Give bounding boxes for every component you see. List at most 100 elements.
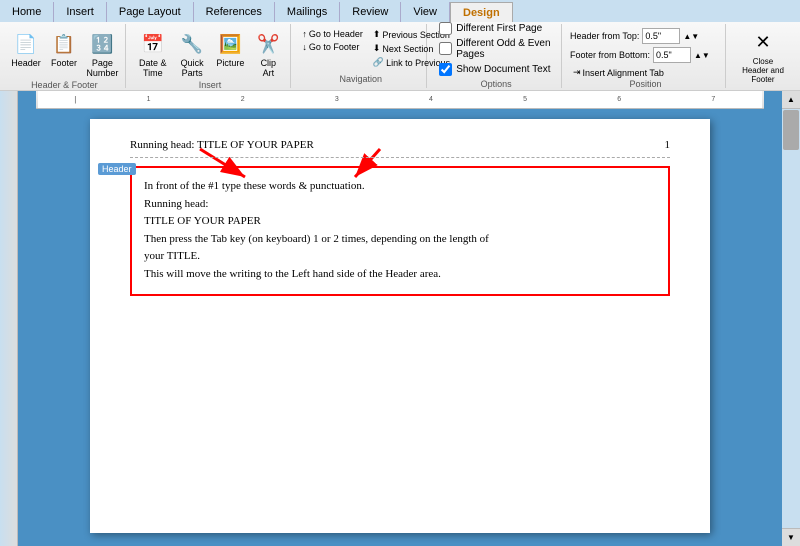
header-from-top-spinner[interactable]: ▲▼ bbox=[683, 32, 699, 41]
show-document-text-checkbox[interactable] bbox=[439, 63, 452, 76]
nav-group-label: Navigation bbox=[299, 74, 422, 86]
next-section-icon: ⬇ bbox=[373, 43, 381, 54]
different-odd-even-row[interactable]: Different Odd & Even Pages bbox=[439, 38, 553, 60]
prev-section-icon: ⬆ bbox=[373, 29, 381, 40]
date-time-label: Date & Time bbox=[138, 58, 168, 78]
ribbon-group-position: Header from Top: ▲▼ Footer from Bottom: … bbox=[566, 24, 726, 88]
ribbon-group-close: ✕ Close Header and Footer bbox=[730, 24, 796, 88]
close-label: Close Header and Footer bbox=[742, 57, 784, 84]
ribbon-group-insert: 📅 Date & Time 🔧 Quick Parts 🖼️ Picture ✂… bbox=[130, 24, 292, 88]
clip-art-button[interactable]: ✂️ Clip Art bbox=[250, 28, 286, 80]
footer-label: Footer bbox=[51, 58, 77, 68]
page-number-display: 1 bbox=[665, 139, 671, 151]
picture-label: Picture bbox=[216, 58, 244, 68]
alignment-tab-icon: ⇥ bbox=[573, 67, 581, 78]
tab-references[interactable]: References bbox=[194, 2, 275, 22]
insert-alignment-tab-label: Insert Alignment Tab bbox=[583, 68, 664, 78]
ruler-mark-0: | bbox=[74, 95, 76, 104]
tab-insert[interactable]: Insert bbox=[54, 2, 107, 22]
instruction-box: In front of the #1 type these words & pu… bbox=[130, 166, 670, 296]
ribbon: 📄 Header 📋 Footer 🔢 Page Number Header &… bbox=[0, 22, 800, 91]
footer-button[interactable]: 📋 Footer bbox=[46, 28, 82, 70]
document-page: Header Running head: TITLE OF YOUR PAPER… bbox=[90, 119, 710, 533]
options-group-label: Options bbox=[439, 79, 553, 91]
running-head-text: Running head: TITLE OF YOUR PAPER bbox=[130, 139, 314, 151]
ribbon-content: 📄 Header 📋 Footer 🔢 Page Number Header &… bbox=[0, 22, 800, 90]
instruction-line-5: your TITLE. bbox=[144, 250, 200, 262]
ruler-mark-6: 6 bbox=[617, 96, 621, 103]
header-label: Header bbox=[11, 58, 41, 68]
tab-home[interactable]: Home bbox=[0, 2, 54, 22]
footer-from-bottom-spinner[interactable]: ▲▼ bbox=[694, 51, 710, 60]
close-header-footer-button[interactable]: ✕ Close Header and Footer bbox=[738, 27, 788, 86]
left-ruler bbox=[0, 91, 18, 546]
different-odd-even-label: Different Odd & Even Pages bbox=[456, 38, 553, 60]
go-to-footer-label: Go to Footer bbox=[309, 42, 360, 52]
instruction-line-3: TITLE OF YOUR PAPER bbox=[144, 215, 261, 227]
tab-review[interactable]: Review bbox=[340, 2, 401, 22]
show-document-text-label: Show Document Text bbox=[456, 64, 550, 75]
horizontal-ruler: | 1 2 3 4 5 6 7 bbox=[36, 91, 764, 109]
quick-parts-button[interactable]: 🔧 Quick Parts bbox=[174, 28, 210, 80]
header-from-top-input[interactable] bbox=[642, 28, 680, 44]
ruler-mark-4: 4 bbox=[429, 96, 433, 103]
go-to-header-icon: ↑ bbox=[302, 29, 307, 39]
footer-from-bottom-row: Footer from Bottom: ▲▼ bbox=[570, 47, 710, 63]
quick-parts-label: Quick Parts bbox=[178, 58, 206, 78]
header-from-top-row: Header from Top: ▲▼ bbox=[570, 28, 699, 44]
vertical-scrollbar[interactable]: ▲ ▼ bbox=[782, 91, 800, 546]
tab-design[interactable]: Design bbox=[450, 2, 513, 22]
position-items: Header from Top: ▲▼ Footer from Bottom: … bbox=[570, 26, 721, 79]
page-header[interactable]: Header Running head: TITLE OF YOUR PAPER… bbox=[130, 139, 670, 158]
instruction-line-6: This will move the writing to the Left h… bbox=[144, 268, 441, 280]
footer-from-bottom-input[interactable] bbox=[653, 47, 691, 63]
instruction-line-2: Running head: bbox=[144, 198, 208, 210]
ruler-mark-3: 3 bbox=[335, 96, 339, 103]
app-window: Home Insert Page Layout References Maili… bbox=[0, 0, 800, 546]
different-first-page-checkbox[interactable] bbox=[439, 22, 452, 35]
tab-page-layout[interactable]: Page Layout bbox=[107, 2, 194, 22]
ruler-mark-1: 1 bbox=[147, 96, 151, 103]
show-document-text-row[interactable]: Show Document Text bbox=[439, 63, 553, 76]
ruler-mark-5: 5 bbox=[523, 96, 527, 103]
different-odd-even-checkbox[interactable] bbox=[439, 42, 452, 55]
date-icon: 📅 bbox=[139, 30, 167, 58]
link-icon: 🔗 bbox=[373, 57, 384, 68]
picture-button[interactable]: 🖼️ Picture bbox=[212, 28, 248, 70]
tab-view[interactable]: View bbox=[401, 2, 450, 22]
header-button[interactable]: 📄 Header bbox=[8, 28, 44, 70]
ruler-mark-7: 7 bbox=[711, 96, 715, 103]
content-area: | 1 2 3 4 5 6 7 bbox=[0, 91, 800, 546]
page-container: Header Running head: TITLE OF YOUR PAPER… bbox=[18, 109, 782, 543]
insert-alignment-tab-button[interactable]: ⇥ Insert Alignment Tab bbox=[570, 66, 667, 79]
next-section-label: Next Section bbox=[382, 44, 433, 54]
tab-mailings[interactable]: Mailings bbox=[275, 2, 340, 22]
footer-icon: 📋 bbox=[50, 30, 78, 58]
quick-parts-icon: 🔧 bbox=[178, 30, 206, 58]
ribbon-group-options: Different First Page Different Odd & Eve… bbox=[431, 24, 562, 88]
page-number-icon: 🔢 bbox=[88, 30, 116, 58]
instruction-line-4: Then press the Tab key (on keyboard) 1 o… bbox=[144, 233, 489, 245]
clip-art-icon: ✂️ bbox=[254, 30, 282, 58]
instruction-line-1: In front of the #1 type these words & pu… bbox=[144, 180, 365, 192]
different-first-page-row[interactable]: Different First Page bbox=[439, 22, 553, 35]
footer-from-bottom-label: Footer from Bottom: bbox=[570, 50, 650, 60]
ribbon-group-navigation: ↑ Go to Header ↓ Go to Footer ⬆ Previous… bbox=[295, 24, 427, 88]
close-icon: ✕ bbox=[749, 29, 777, 57]
date-time-button[interactable]: 📅 Date & Time bbox=[134, 28, 172, 80]
ribbon-group-nav-items: ↑ Go to Header ↓ Go to Footer ⬆ Previous… bbox=[299, 26, 422, 74]
go-to-footer-button[interactable]: ↓ Go to Footer bbox=[299, 41, 366, 53]
ruler-mark-2: 2 bbox=[241, 96, 245, 103]
picture-icon: 🖼️ bbox=[216, 30, 244, 58]
position-group-label: Position bbox=[570, 79, 721, 91]
ribbon-group-header-footer-items: 📄 Header 📋 Footer 🔢 Page Number bbox=[8, 26, 121, 80]
go-to-header-button[interactable]: ↑ Go to Header bbox=[299, 28, 366, 40]
scroll-down-button[interactable]: ▼ bbox=[782, 528, 800, 546]
clip-art-label: Clip Art bbox=[254, 58, 282, 78]
go-to-footer-icon: ↓ bbox=[302, 42, 307, 52]
page-number-label: Page Number bbox=[86, 58, 118, 78]
page-number-button[interactable]: 🔢 Page Number bbox=[84, 28, 121, 80]
go-to-header-label: Go to Header bbox=[309, 29, 363, 39]
scroll-thumb[interactable] bbox=[783, 110, 799, 150]
scroll-up-button[interactable]: ▲ bbox=[782, 91, 800, 109]
